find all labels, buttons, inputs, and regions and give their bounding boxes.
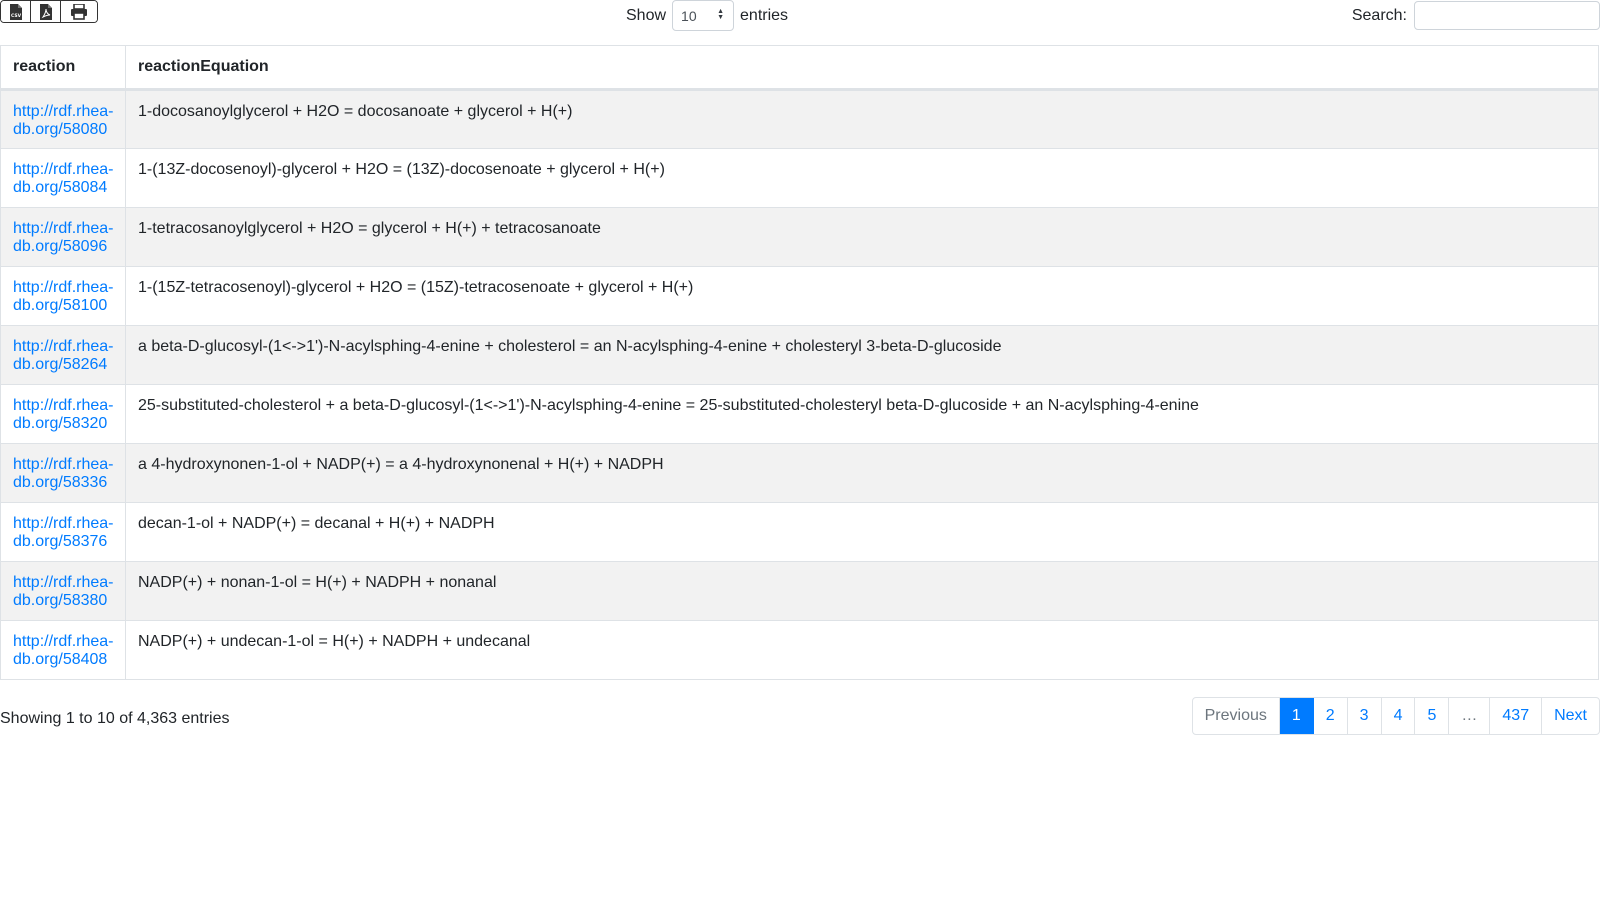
pagination-page[interactable]: 5 [1415,698,1450,734]
table-body: http://rdf.rhea-db.org/58080 1-docosanoyl… [0,89,1599,680]
reaction-cell: http://rdf.rhea-db.org/58264 [0,325,126,385]
pdf-file-icon [39,3,52,20]
table-toolbar: CSV Show 10 ▲ ▼ entries Search: [0,0,1600,46]
reaction-equation-cell: decan-1-ol + NADP(+) = decanal + H(+) + … [125,502,1599,562]
reaction-cell: http://rdf.rhea-db.org/58320 [0,384,126,444]
pagination-next[interactable]: Next [1542,698,1599,734]
reaction-cell: http://rdf.rhea-db.org/58080 [0,89,126,149]
table-row: http://rdf.rhea-db.org/58336 a 4-hydroxyn… [0,443,1599,503]
reaction-equation-cell: NADP(+) + nonan-1-ol = H(+) + NADPH + no… [125,561,1599,621]
svg-text:CSV: CSV [11,13,22,19]
reaction-equation-cell: 1-tetracosanoylglycerol + H2O = glycerol… [125,207,1599,267]
reaction-link[interactable]: http://rdf.rhea-db.org/58408 [13,633,114,669]
pagination-previous[interactable]: Previous [1193,698,1280,734]
reaction-cell: http://rdf.rhea-db.org/58096 [0,207,126,267]
show-label: Show [626,6,667,24]
reaction-cell: http://rdf.rhea-db.org/58336 [0,443,126,503]
export-button-group: CSV [0,0,98,23]
pagination-page[interactable]: 4 [1382,698,1416,734]
search-input[interactable] [1414,1,1600,30]
table-row: http://rdf.rhea-db.org/58264 a beta-D-glu… [0,325,1599,385]
page-length-control: Show 10 ▲ ▼ entries [626,0,788,31]
reaction-equation-cell: 1-(13Z-docosenoyl)-glycerol + H2O = (13Z… [125,148,1599,208]
csv-file-icon: CSV [9,3,22,20]
reaction-link[interactable]: http://rdf.rhea-db.org/58096 [13,220,114,256]
table-row: http://rdf.rhea-db.org/58100 1-(15Z-tetra… [0,266,1599,326]
reaction-cell: http://rdf.rhea-db.org/58380 [0,561,126,621]
reaction-link[interactable]: http://rdf.rhea-db.org/58336 [13,456,114,492]
pdf-export-button[interactable] [31,1,61,22]
reaction-link[interactable]: http://rdf.rhea-db.org/58380 [13,574,114,610]
csv-export-button[interactable]: CSV [1,1,31,22]
print-icon [71,3,87,20]
reaction-link[interactable]: http://rdf.rhea-db.org/58376 [13,515,114,551]
pagination-page[interactable]: 1 [1279,698,1314,734]
reaction-link[interactable]: http://rdf.rhea-db.org/58080 [13,103,114,139]
reaction-link[interactable]: http://rdf.rhea-db.org/58100 [13,279,114,315]
reaction-link[interactable]: http://rdf.rhea-db.org/58264 [13,338,114,374]
reaction-equation-cell: a beta-D-glucosyl-(1<->1')-N-acylsphing-… [125,325,1599,385]
table-row: http://rdf.rhea-db.org/58084 1-(13Z-docos… [0,148,1599,208]
entries-label: entries [740,6,789,24]
reaction-cell: http://rdf.rhea-db.org/58100 [0,266,126,326]
table-row: http://rdf.rhea-db.org/58320 25-substitut… [0,384,1599,444]
reaction-equation-cell: NADP(+) + undecan-1-ol = H(+) + NADPH + … [125,620,1599,680]
reaction-equation-cell: a 4-hydroxynonen-1-ol + NADP(+) = a 4-hy… [125,443,1599,503]
pagination: Previous 1 2 3 4 5… 437 Next [1191,697,1600,735]
table-row: http://rdf.rhea-db.org/58096 1-tetracosan… [0,207,1599,267]
print-button[interactable] [61,1,97,22]
reaction-link[interactable]: http://rdf.rhea-db.org/58320 [13,397,114,433]
reactions-table: reaction reactionEquation http://rdf.rhe… [0,45,1599,680]
search-label: Search: [1351,6,1407,24]
table-row: http://rdf.rhea-db.org/58376 decan-1-ol +… [0,502,1599,562]
table-header-row: reaction reactionEquation [0,45,1599,91]
table-row: http://rdf.rhea-db.org/58408 NADP(+) + un… [0,620,1599,680]
page-length-select[interactable]: 10 [672,0,735,31]
pagination-page[interactable]: 2 [1314,698,1348,734]
reaction-equation-cell: 1-docosanoylglycerol + H2O = docosanoate… [125,89,1599,149]
column-header-reaction-equation[interactable]: reactionEquation [125,45,1599,91]
reaction-link[interactable]: http://rdf.rhea-db.org/58084 [13,161,114,197]
page-length-select-wrap: 10 ▲ ▼ [672,0,735,31]
table-row: http://rdf.rhea-db.org/58380 NADP(+) + no… [0,561,1599,621]
pagination-ellipsis: … [1449,698,1491,734]
search-control: Search: [1352,0,1600,31]
pagination-page[interactable]: 3 [1348,698,1382,734]
reaction-cell: http://rdf.rhea-db.org/58084 [0,148,126,208]
table-row: http://rdf.rhea-db.org/58080 1-docosanoyl… [0,89,1599,149]
pagination-page[interactable]: 437 [1490,698,1543,734]
reaction-cell: http://rdf.rhea-db.org/58408 [0,620,126,680]
reaction-cell: http://rdf.rhea-db.org/58376 [0,502,126,562]
reaction-equation-cell: 25-substituted-cholesterol + a beta-D-gl… [125,384,1599,444]
column-header-reaction[interactable]: reaction [0,45,126,91]
reaction-equation-cell: 1-(15Z-tetracosenoyl)-glycerol + H2O = (… [125,266,1599,326]
table-info: Showing 1 to 10 of 4,363 entries [0,710,230,727]
